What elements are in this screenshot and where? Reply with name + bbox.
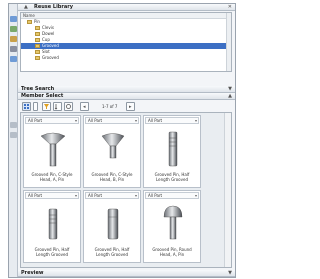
grid-view-icon bbox=[24, 104, 29, 109]
parts-icon[interactable] bbox=[10, 26, 17, 32]
chevron-down-icon: ▾ bbox=[194, 193, 197, 198]
close-icon[interactable]: ✕ bbox=[228, 4, 232, 11]
member-caption: Grooved Pin, Half Length Grooved bbox=[94, 247, 130, 257]
grooved-pin-image bbox=[168, 131, 178, 167]
folder-icon bbox=[35, 56, 40, 60]
member-caption: Grooved Pin, C-Style Head, A, Pin bbox=[31, 172, 73, 182]
tree-search-title: Tree Search bbox=[21, 86, 55, 92]
member-select-title: Member Select bbox=[21, 93, 64, 99]
member-caption: Grooved Pin, Half Length Grooved bbox=[154, 172, 190, 182]
refresh-button[interactable] bbox=[64, 102, 73, 111]
view-mode-button[interactable] bbox=[22, 102, 31, 111]
tool-icon-2[interactable] bbox=[10, 132, 17, 138]
refresh-icon bbox=[66, 104, 71, 109]
previous-page-button[interactable]: ◂ bbox=[80, 102, 89, 111]
chevron-down-icon: ▾ bbox=[74, 193, 77, 198]
tree-scrollbar[interactable] bbox=[226, 13, 231, 71]
tool-icon[interactable] bbox=[10, 122, 17, 128]
grooved-pin-image bbox=[48, 208, 58, 240]
reuse-library-header[interactable]: ▲ Reuse Library ✕ bbox=[18, 4, 235, 11]
folder-icon bbox=[35, 50, 40, 54]
view-mode-dropdown[interactable] bbox=[33, 102, 38, 111]
chevron-down-icon: ▾ bbox=[194, 118, 197, 123]
member-caption: Grooved Pin, Round Head, A, Pin bbox=[152, 247, 192, 257]
folder-icon bbox=[35, 26, 40, 30]
configuration-select[interactable]: All Part ▾ bbox=[25, 117, 79, 124]
member-card[interactable]: All Part ▾ Grooved Pin, Half Length Groove… bbox=[23, 190, 81, 263]
tree-item[interactable]: Grooved bbox=[21, 55, 231, 61]
chevron-down-icon[interactable]: ▼ bbox=[228, 86, 232, 93]
panel-title: Reuse Library bbox=[34, 4, 73, 10]
member-card[interactable]: All Part ▾ Grooved Pin, C-Style Head, B, P… bbox=[83, 115, 141, 188]
member-toolbar: ◂ 1-7 of 7 ▸ bbox=[20, 101, 232, 112]
member-card[interactable]: All Part ▾ Grooved Pin, Half Length Groove… bbox=[83, 190, 141, 263]
configuration-select[interactable]: All Part ▾ bbox=[145, 192, 199, 199]
member-grid: All Part ▾ Grooved Pin, C-Style Head, A, P… bbox=[20, 112, 232, 268]
side-toolbar bbox=[9, 4, 18, 277]
sort-icon bbox=[54, 104, 58, 110]
cone-head-pin-image bbox=[40, 132, 66, 167]
chevron-down-icon: ▾ bbox=[74, 118, 77, 123]
library-icon[interactable] bbox=[10, 16, 17, 22]
member-caption: Grooved Pin, Half Length Grooved bbox=[34, 247, 70, 257]
grid-scrollbar[interactable] bbox=[224, 113, 231, 267]
chevron-down-icon: ▾ bbox=[134, 118, 137, 123]
folder-icon bbox=[27, 20, 32, 24]
member-select-header[interactable]: Member Select ▲ bbox=[18, 93, 235, 100]
configuration-select[interactable]: All Part ▾ bbox=[85, 117, 139, 124]
configuration-select[interactable]: All Part ▾ bbox=[25, 192, 79, 199]
member-card[interactable]: All Part ▾ Grooved Pin, Round Head, A, Pin bbox=[143, 190, 201, 263]
settings-icon[interactable] bbox=[10, 46, 17, 52]
chevron-down-icon[interactable]: ▼ bbox=[228, 270, 232, 277]
preview-header[interactable]: Preview ▼ bbox=[18, 270, 235, 277]
cylinder-pin-image bbox=[107, 208, 119, 240]
result-counter: 1-7 of 7 bbox=[102, 104, 118, 109]
view-icon[interactable] bbox=[10, 56, 17, 62]
folder-icon bbox=[35, 44, 40, 48]
reuse-library-window: ▲ Reuse Library ✕ Name Pin Clevis Dowel … bbox=[8, 3, 236, 278]
filter-icon bbox=[44, 104, 49, 109]
member-caption: Grooved Pin, C-Style Head, B, Pin bbox=[91, 172, 133, 182]
tree-search-header[interactable]: Tree Search ▼ bbox=[18, 86, 235, 93]
folder-icon bbox=[35, 38, 40, 42]
main-panel: ▲ Reuse Library ✕ Name Pin Clevis Dowel … bbox=[18, 4, 235, 277]
filter-button[interactable] bbox=[42, 102, 51, 111]
configuration-select[interactable]: All Part ▾ bbox=[85, 192, 139, 199]
chevron-left-icon: ◂ bbox=[83, 104, 86, 110]
configuration-select[interactable]: All Part ▾ bbox=[145, 117, 199, 124]
folder-icon[interactable] bbox=[10, 36, 17, 42]
member-card[interactable]: All Part ▾ Grooved Pin, Half Length Groove… bbox=[143, 115, 201, 188]
next-page-button[interactable]: ▸ bbox=[126, 102, 135, 111]
cone-head-pin-image bbox=[101, 133, 125, 159]
folder-icon bbox=[35, 32, 40, 36]
preview-title: Preview bbox=[21, 270, 44, 276]
library-tree[interactable]: Name Pin Clevis Dowel Cup Grooved Slot G… bbox=[20, 12, 232, 72]
member-card[interactable]: All Part ▾ Grooved Pin, C-Style Head, A, P… bbox=[23, 115, 81, 188]
sort-button[interactable] bbox=[53, 102, 62, 111]
chevron-down-icon: ▾ bbox=[134, 193, 137, 198]
chevron-up-icon[interactable]: ▲ bbox=[24, 4, 28, 11]
chevron-right-icon: ▸ bbox=[129, 104, 132, 110]
chevron-up-icon[interactable]: ▲ bbox=[228, 93, 232, 100]
round-head-pin-image bbox=[163, 205, 183, 240]
